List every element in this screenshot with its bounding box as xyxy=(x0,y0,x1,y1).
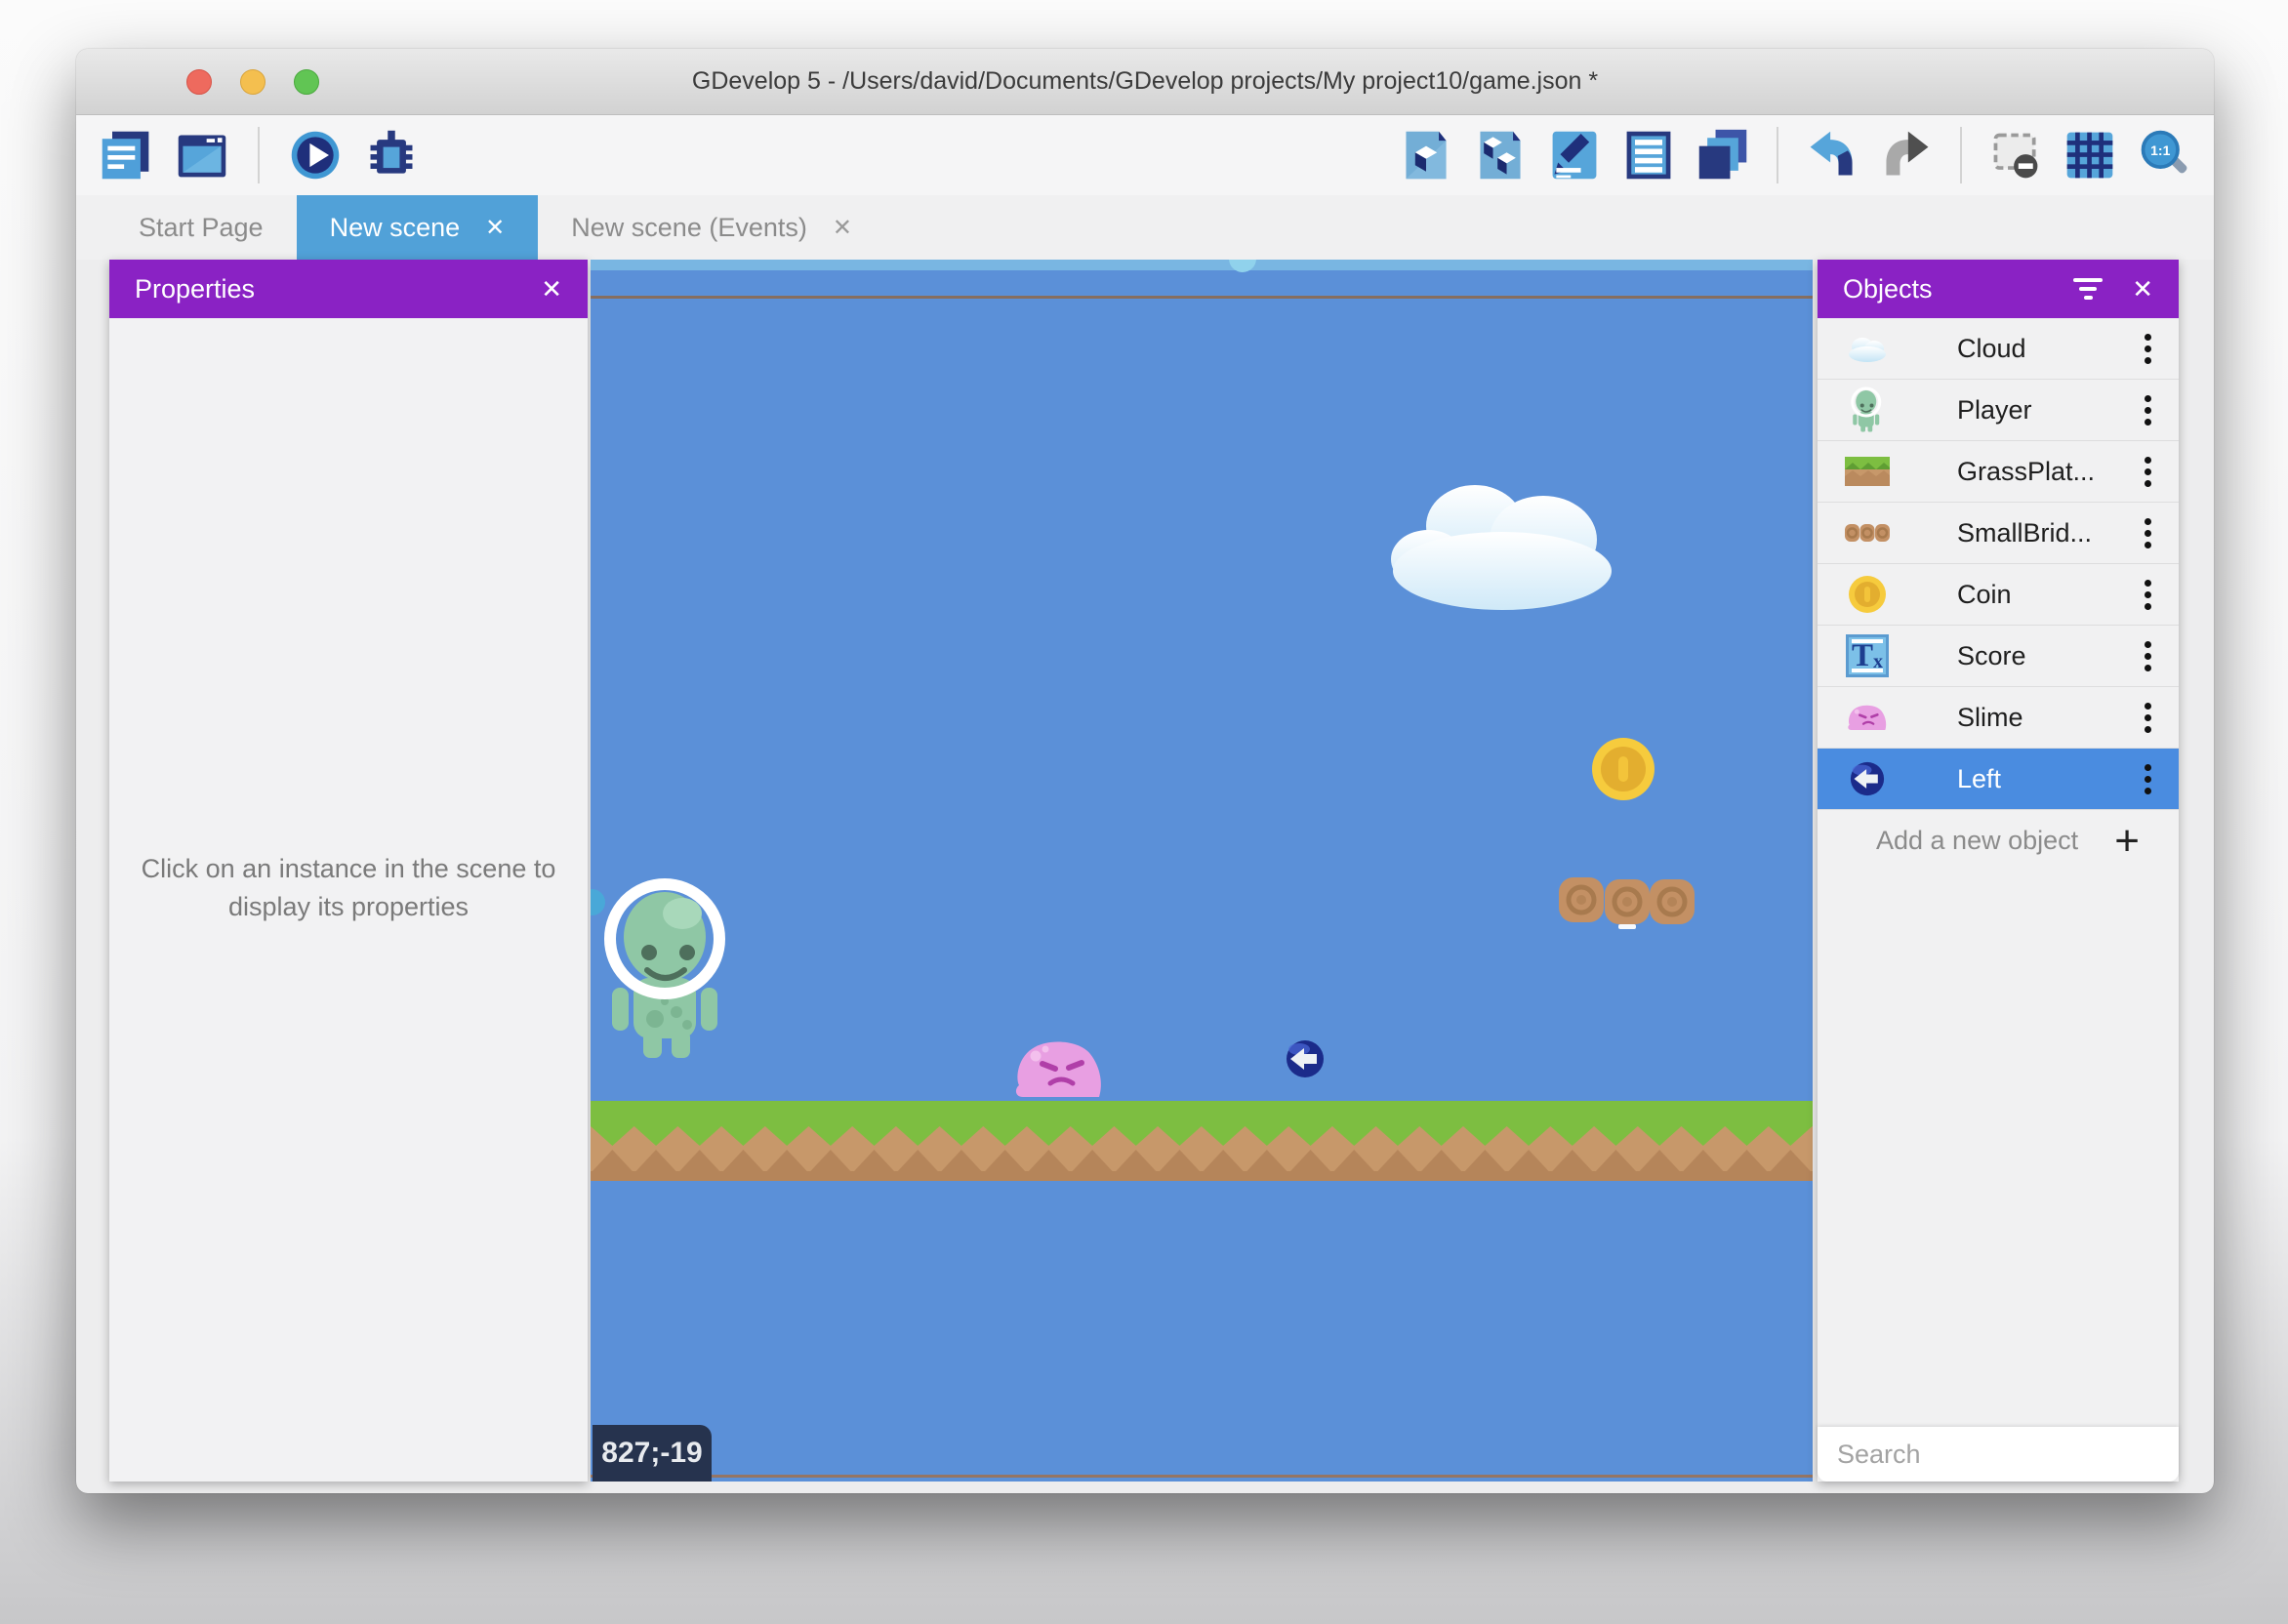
tab-new-scene-events[interactable]: New scene (Events) ✕ xyxy=(538,195,885,260)
zoom-original-icon[interactable]: 1:1 xyxy=(2136,127,2192,183)
selection-handle[interactable] xyxy=(1229,260,1256,272)
close-icon[interactable]: ✕ xyxy=(2132,274,2153,304)
cloud-instance[interactable] xyxy=(1377,469,1631,616)
scene-boundary-line xyxy=(591,296,1813,299)
left-button-instance[interactable] xyxy=(1286,1039,1325,1078)
small-bridge-instance[interactable] xyxy=(1557,874,1699,925)
coin-icon xyxy=(1843,575,1892,614)
tab-label: New scene xyxy=(330,213,461,243)
toolbar-divider xyxy=(258,127,260,183)
tab-new-scene[interactable]: New scene ✕ xyxy=(297,195,539,260)
toggle-mask-icon[interactable] xyxy=(1987,127,2044,183)
player-instance[interactable] xyxy=(596,873,743,1068)
properties-empty-message: Click on an instance in the scene to dis… xyxy=(109,318,588,926)
object-row-score[interactable]: Tx Score xyxy=(1818,626,2179,687)
properties-title: Properties xyxy=(135,274,255,304)
title-bar: GDevelop 5 - /Users/david/Documents/GDev… xyxy=(76,49,2214,115)
close-icon[interactable]: ✕ xyxy=(833,214,852,242)
text-object-icon: Tx xyxy=(1843,634,1892,677)
grass-platform-instance[interactable] xyxy=(591,1101,1813,1181)
toolbar-left-group xyxy=(98,127,420,183)
project-manager-icon[interactable] xyxy=(98,127,154,183)
slime-instance[interactable] xyxy=(1013,1038,1105,1099)
desktop-background: { "window": { "title": "GDevelop 5 - /Us… xyxy=(0,0,2288,1624)
svg-text:1:1: 1:1 xyxy=(2150,142,2170,158)
tab-start-page[interactable]: Start Page xyxy=(105,195,297,260)
toolbar-right-group: 1:1 xyxy=(1398,127,2192,183)
coin-instance[interactable] xyxy=(1590,736,1656,802)
object-name: Player xyxy=(1957,395,2139,426)
tab-label: Start Page xyxy=(139,213,264,243)
undo-icon[interactable] xyxy=(1804,127,1860,183)
debug-icon[interactable] xyxy=(363,127,420,183)
object-menu-icon[interactable] xyxy=(2139,635,2157,677)
tab-label: New scene (Events) xyxy=(571,213,807,243)
close-icon[interactable]: ✕ xyxy=(485,214,505,242)
add-object-button[interactable]: Add a new object + xyxy=(1818,810,2179,872)
properties-header: Properties ✕ xyxy=(109,260,588,318)
cloud-icon xyxy=(1843,334,1892,363)
scene-boundary-line xyxy=(591,1475,1813,1478)
object-menu-icon[interactable] xyxy=(2139,389,2157,431)
filter-icon[interactable] xyxy=(2071,278,2104,300)
object-name: Score xyxy=(1957,641,2139,671)
selection-mark xyxy=(1618,924,1636,929)
slime-icon xyxy=(1843,704,1892,731)
toolbar-divider xyxy=(1960,127,1962,183)
object-name: GrassPlat... xyxy=(1957,457,2139,487)
object-row-player[interactable]: Player xyxy=(1818,380,2179,441)
properties-panel: Properties ✕ Click on an instance in the… xyxy=(109,260,588,1482)
object-menu-icon[interactable] xyxy=(2139,697,2157,739)
objects-title: Objects xyxy=(1843,274,1933,304)
toolbar-divider xyxy=(1777,127,1778,183)
object-menu-icon[interactable] xyxy=(2139,512,2157,554)
cursor-coordinates-label: 827;-19 xyxy=(592,1425,712,1482)
object-row-slime[interactable]: Slime xyxy=(1818,687,2179,749)
editor-tabs: Start Page New scene ✕ New scene (Events… xyxy=(76,195,2214,260)
open-layers-editor-icon[interactable] xyxy=(1620,127,1677,183)
play-icon[interactable] xyxy=(287,127,344,183)
start-page-icon[interactable] xyxy=(174,127,230,183)
objects-panel: Objects ✕ Cloud Player xyxy=(1818,260,2179,1482)
left-button-icon xyxy=(1843,761,1892,796)
small-bridge-icon xyxy=(1843,523,1892,543)
object-groups-icon[interactable] xyxy=(1472,127,1529,183)
object-name: SmallBrid... xyxy=(1957,518,2139,548)
object-row-left[interactable]: Left xyxy=(1818,749,2179,810)
object-name: Slime xyxy=(1957,703,2139,733)
scene-canvas[interactable]: 827;-19 xyxy=(591,260,1813,1482)
edit-scene-properties-icon[interactable] xyxy=(1546,127,1603,183)
object-name: Coin xyxy=(1957,580,2139,610)
gdevelop-window: GDevelop 5 - /Users/david/Documents/GDev… xyxy=(76,49,2214,1493)
main-toolbar: 1:1 xyxy=(76,115,2214,195)
plus-icon[interactable]: + xyxy=(2114,822,2140,861)
objects-header: Objects ✕ xyxy=(1818,260,2179,318)
search-input[interactable] xyxy=(1837,1440,2183,1470)
object-name: Cloud xyxy=(1957,334,2139,364)
player-icon xyxy=(1843,386,1892,434)
objects-editor-icon[interactable] xyxy=(1398,127,1454,183)
editor-content: Properties ✕ Click on an instance in the… xyxy=(76,260,2214,1493)
object-row-smallbridge[interactable]: SmallBrid... xyxy=(1818,503,2179,564)
add-object-label: Add a new object xyxy=(1876,826,2078,856)
scene-top-edge xyxy=(591,260,1813,270)
object-menu-icon[interactable] xyxy=(2139,451,2157,493)
object-menu-icon[interactable] xyxy=(2139,328,2157,370)
toggle-grid-icon[interactable] xyxy=(2062,127,2118,183)
object-row-grassplatform[interactable]: GrassPlat... xyxy=(1818,441,2179,503)
object-row-cloud[interactable]: Cloud xyxy=(1818,318,2179,380)
grass-platform-icon xyxy=(1843,457,1892,486)
object-name: Left xyxy=(1957,764,2139,794)
object-menu-icon[interactable] xyxy=(2139,758,2157,800)
window-title: GDevelop 5 - /Users/david/Documents/GDev… xyxy=(76,49,2214,115)
close-icon[interactable]: ✕ xyxy=(541,274,562,304)
object-row-coin[interactable]: Coin xyxy=(1818,564,2179,626)
redo-icon[interactable] xyxy=(1878,127,1935,183)
object-menu-icon[interactable] xyxy=(2139,574,2157,616)
object-search-box xyxy=(1818,1427,2179,1482)
open-instances-list-icon[interactable] xyxy=(1695,127,1751,183)
